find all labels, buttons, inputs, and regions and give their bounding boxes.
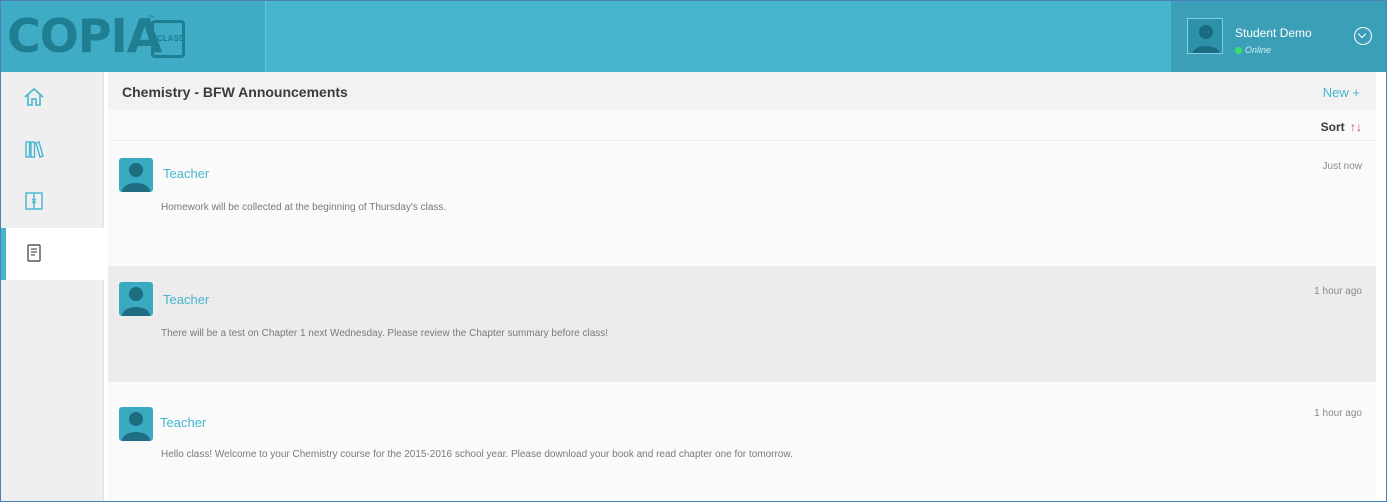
author-avatar-icon: [119, 158, 153, 192]
sort-button[interactable]: Sort ↑↓: [1321, 120, 1362, 134]
user-name: Student Demo: [1235, 26, 1312, 40]
logo[interactable]: COPIA ™ CLASS: [1, 1, 266, 72]
page-header: Chemistry - BFW Announcements New +: [108, 72, 1376, 110]
announcement-item[interactable]: Teacher 1 hour ago There will be a test …: [108, 266, 1376, 382]
sidebar-item-home[interactable]: [1, 72, 104, 124]
post-author[interactable]: Teacher: [163, 166, 209, 181]
chevron-circle-down-icon[interactable]: [1354, 27, 1372, 45]
author-avatar-icon: [119, 282, 153, 316]
main-content: Chemistry - BFW Announcements New + Sort…: [108, 72, 1386, 501]
new-announcement-button[interactable]: New +: [1323, 85, 1360, 100]
user-panel[interactable]: Student Demo Online: [1171, 1, 1386, 72]
online-status-icon: [1235, 47, 1242, 55]
book-icon: [25, 192, 43, 210]
sort-label: Sort: [1320, 120, 1345, 134]
user-status: Online: [1235, 45, 1271, 55]
sort-arrows-icon: ↑↓: [1350, 120, 1362, 134]
sidebar-item-announcements[interactable]: [1, 228, 104, 280]
sidebar-item-book[interactable]: [1, 176, 104, 228]
post-body: There will be a test on Chapter 1 next W…: [161, 328, 609, 339]
user-avatar-icon: [1187, 18, 1223, 54]
announcement-item[interactable]: Teacher 1 hour ago Hello class! Welcome …: [108, 382, 1376, 501]
post-body: Homework will be collected at the beginn…: [161, 202, 447, 213]
sidebar-item-library[interactable]: [1, 124, 104, 176]
sort-bar: Sort ↑↓: [108, 110, 1376, 141]
author-avatar-icon: [119, 407, 153, 441]
announcement-item[interactable]: Teacher Just now Homework will be collec…: [108, 142, 1376, 266]
top-bar: COPIA ™ CLASS Student Demo Online: [1, 1, 1386, 72]
post-timestamp: Just now: [1322, 161, 1362, 172]
post-author[interactable]: Teacher: [163, 292, 209, 307]
library-icon: [25, 141, 44, 158]
sidebar: [1, 72, 104, 501]
post-body: Hello class! Welcome to your Chemistry c…: [161, 449, 793, 460]
logo-badge-label: CLASS: [157, 34, 185, 43]
app-window: COPIA ™ CLASS Student Demo Online Chemis…: [0, 0, 1387, 502]
page-title: Chemistry - BFW Announcements: [122, 84, 348, 100]
post-timestamp: 1 hour ago: [1314, 408, 1362, 419]
user-status-label: Online: [1245, 45, 1272, 55]
post-author[interactable]: Teacher: [160, 415, 206, 430]
logo-badge: CLASS: [151, 20, 185, 58]
post-timestamp: 1 hour ago: [1314, 286, 1362, 297]
home-icon: [24, 87, 44, 106]
logo-wordmark: COPIA: [7, 9, 162, 63]
announcements-icon: [27, 244, 41, 262]
